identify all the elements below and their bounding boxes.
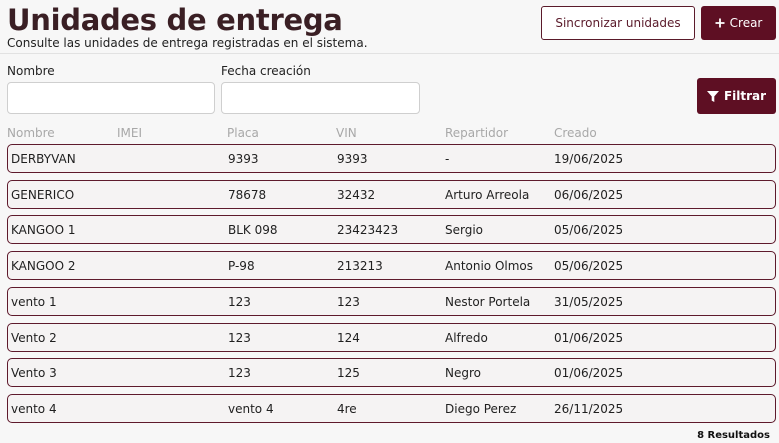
cell-placa: 9393: [228, 152, 259, 166]
cell-creado: 05/06/2025: [554, 259, 624, 273]
cell-vin: 125: [337, 366, 360, 380]
page-subtitle: Consulte las unidades de entrega registr…: [7, 36, 368, 50]
header-divider: [0, 53, 779, 54]
table-row[interactable]: Vento 2 123 124 Alfredo 01/06/2025: [7, 323, 776, 352]
cell-creado: 19/06/2025: [554, 152, 624, 166]
sync-units-label: Sincronizar unidades: [555, 16, 681, 30]
table-row[interactable]: vento 4 vento 4 4re Diego Perez 26/11/2025: [7, 394, 776, 423]
cell-vin: 9393: [337, 152, 368, 166]
cell-nombre: KANGOO 1: [11, 223, 76, 237]
page-title: Unidades de entrega: [7, 3, 343, 37]
cell-vin: 32432: [337, 188, 376, 202]
name-filter-label: Nombre: [7, 64, 55, 78]
column-header-vin: VIN: [336, 126, 357, 140]
create-button[interactable]: Crear: [701, 6, 776, 40]
cell-repartidor: Antonio Olmos: [445, 259, 534, 273]
table-row[interactable]: KANGOO 1 BLK 098 23423423 Sergio 05/06/2025: [7, 215, 776, 244]
cell-nombre: GENERICO: [11, 188, 75, 202]
table-row[interactable]: KANGOO 2 P-98 213213 Antonio Olmos 05/06/202…: [7, 251, 776, 280]
cell-placa: vento 4: [228, 402, 274, 416]
column-header-creado: Creado: [554, 126, 597, 140]
results-count: 8 Resultados: [697, 430, 770, 441]
cell-nombre: DERBYVAN: [11, 152, 76, 166]
cell-nombre: vento 4: [11, 402, 57, 416]
create-label: Crear: [729, 16, 763, 30]
filter-button[interactable]: Filtrar: [697, 78, 776, 114]
funnel-icon: [706, 90, 719, 102]
cell-repartidor: Diego Perez: [445, 402, 517, 416]
cell-repartidor: Sergio: [445, 223, 484, 237]
cell-vin: 4re: [337, 402, 357, 416]
cell-vin: 124: [337, 331, 360, 345]
cell-creado: 05/06/2025: [554, 223, 624, 237]
table-row[interactable]: vento 1 123 123 Nestor Portela 31/05/2025: [7, 287, 776, 316]
column-header-repartidor: Repartidor: [445, 126, 509, 140]
cell-nombre: Vento 2: [11, 331, 57, 345]
cell-nombre: KANGOO 2: [11, 259, 76, 273]
cell-placa: 123: [228, 295, 251, 309]
cell-placa: P-98: [228, 259, 255, 273]
cell-creado: 06/06/2025: [554, 188, 624, 202]
sync-units-button[interactable]: Sincronizar unidades: [541, 6, 695, 40]
table-row[interactable]: Vento 3 123 125 Negro 01/06/2025: [7, 358, 776, 387]
column-header-imei: IMEI: [117, 126, 143, 140]
table-row[interactable]: DERBYVAN 9393 9393 - 19/06/2025: [7, 144, 776, 173]
cell-repartidor: Arturo Arreola: [445, 188, 530, 202]
cell-placa: 78678: [228, 188, 267, 202]
cell-creado: 31/05/2025: [554, 295, 624, 309]
cell-vin: 213213: [337, 259, 383, 273]
cell-nombre: Vento 3: [11, 366, 57, 380]
column-header-placa: Placa: [227, 126, 259, 140]
cell-creado: 26/11/2025: [554, 402, 624, 416]
cell-creado: 01/06/2025: [554, 366, 624, 380]
cell-placa: 123: [228, 331, 251, 345]
cell-repartidor: Alfredo: [445, 331, 488, 345]
cell-creado: 01/06/2025: [554, 331, 624, 345]
cell-nombre: vento 1: [11, 295, 57, 309]
cell-placa: BLK 098: [228, 223, 278, 237]
column-header-nombre: Nombre: [7, 126, 55, 140]
cell-repartidor: Nestor Portela: [445, 295, 531, 309]
table-row[interactable]: GENERICO 78678 32432 Arturo Arreola 06/06/20…: [7, 180, 776, 209]
name-filter-input[interactable]: [7, 82, 215, 114]
cell-vin: 123: [337, 295, 360, 309]
cell-placa: 123: [228, 366, 251, 380]
plus-icon: [715, 18, 725, 28]
cell-repartidor: Negro: [445, 366, 481, 380]
cell-repartidor: -: [445, 152, 450, 166]
date-filter-input[interactable]: [221, 82, 420, 114]
cell-vin: 23423423: [337, 223, 399, 237]
date-filter-label: Fecha creación: [221, 64, 311, 78]
filter-label: Filtrar: [723, 89, 767, 103]
